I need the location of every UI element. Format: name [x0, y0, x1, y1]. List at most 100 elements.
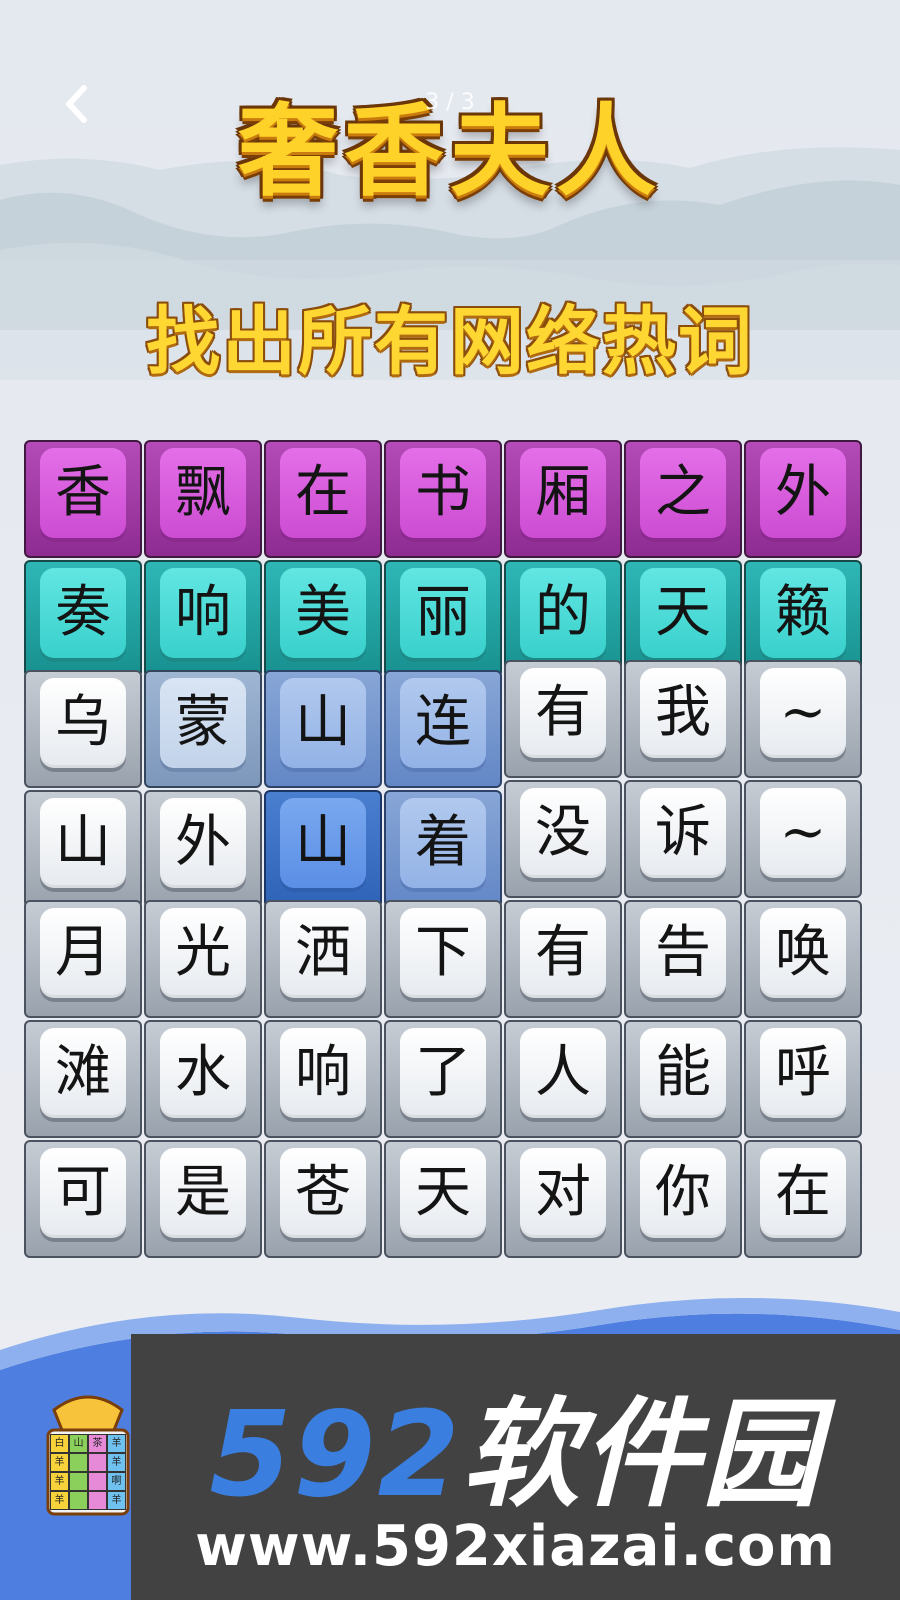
mascot-logo: 白山茶羊羊羊羊啊羊羊: [44, 1390, 132, 1530]
tile-r3-c4[interactable]: 连: [384, 670, 502, 788]
tile-r5-c4[interactable]: 下: [384, 900, 502, 1018]
tile-r1-c2[interactable]: 飘: [144, 440, 262, 558]
tile-r6-c5[interactable]: 人: [504, 1020, 622, 1138]
tile-character: 光: [175, 920, 231, 985]
tile-character: 连: [415, 690, 471, 755]
tile-character: 是: [175, 1160, 231, 1225]
tile-character: 洒: [295, 920, 351, 985]
tile-r4-c5[interactable]: 没: [504, 780, 622, 898]
tile-r4-c7[interactable]: ~: [744, 780, 862, 898]
tile-r4-c4[interactable]: 着: [384, 790, 502, 908]
tile-character: 了: [415, 1040, 471, 1105]
mini-grid-cell: [69, 1453, 88, 1472]
level-progress: 3 / 3: [425, 90, 475, 115]
tile-character: 着: [415, 810, 471, 875]
tile-r2-c4[interactable]: 丽: [384, 560, 502, 678]
mascot-mini-grid: 白山茶羊羊羊羊啊羊羊: [50, 1434, 126, 1510]
tile-character: 在: [295, 460, 351, 525]
tile-r6-c7[interactable]: 呼: [744, 1020, 862, 1138]
tile-r2-c3[interactable]: 美: [264, 560, 382, 678]
tile-character: 籁: [775, 580, 831, 645]
tile-r6-c1[interactable]: 滩: [24, 1020, 142, 1138]
tile-character: 的: [535, 580, 591, 645]
tile-r7-c3[interactable]: 苍: [264, 1140, 382, 1258]
mini-grid-cell: 茶: [88, 1434, 107, 1453]
tile-character: 美: [295, 580, 351, 645]
tile-face: 是: [160, 1148, 246, 1238]
tile-face: 飘: [160, 448, 246, 538]
tile-r6-c4[interactable]: 了: [384, 1020, 502, 1138]
tile-face: 蒙: [160, 678, 246, 768]
tile-r1-c6[interactable]: 之: [624, 440, 742, 558]
tile-face: 唤: [760, 908, 846, 998]
tile-r1-c3[interactable]: 在: [264, 440, 382, 558]
tile-character: 唤: [775, 920, 831, 985]
tile-character: 可: [55, 1160, 111, 1225]
tile-r5-c5[interactable]: 有: [504, 900, 622, 1018]
tile-character: 山: [295, 690, 351, 755]
watermark-banner: 592软件园 www.592xiazai.com: [131, 1334, 900, 1600]
mini-grid-cell: 羊: [107, 1491, 126, 1510]
tile-r1-c1[interactable]: 香: [24, 440, 142, 558]
tile-r4-c6[interactable]: 诉: [624, 780, 742, 898]
tile-face: 人: [520, 1028, 606, 1118]
tile-face: 山: [280, 678, 366, 768]
tile-face: 在: [280, 448, 366, 538]
tile-face: 厢: [520, 448, 606, 538]
tile-r5-c3[interactable]: 洒: [264, 900, 382, 1018]
mini-grid-cell: 羊: [50, 1472, 69, 1491]
tile-r5-c6[interactable]: 告: [624, 900, 742, 1018]
tile-r6-c3[interactable]: 响: [264, 1020, 382, 1138]
tile-r5-c7[interactable]: 唤: [744, 900, 862, 1018]
tile-r6-c2[interactable]: 水: [144, 1020, 262, 1138]
tile-r2-c2[interactable]: 响: [144, 560, 262, 678]
tile-character: 水: [175, 1040, 231, 1105]
tile-r3-c7[interactable]: ~: [744, 660, 862, 778]
tile-character: 诉: [655, 800, 711, 865]
tile-character: 对: [535, 1160, 591, 1225]
tile-face: 没: [520, 788, 606, 878]
tile-r7-c2[interactable]: 是: [144, 1140, 262, 1258]
tile-r3-c6[interactable]: 我: [624, 660, 742, 778]
tile-face: 呼: [760, 1028, 846, 1118]
tile-r3-c2[interactable]: 蒙: [144, 670, 262, 788]
tile-r1-c5[interactable]: 厢: [504, 440, 622, 558]
tile-character: 奏: [55, 580, 111, 645]
tile-character: 人: [535, 1040, 591, 1105]
mini-grid-cell: 羊: [107, 1434, 126, 1453]
tile-r1-c4[interactable]: 书: [384, 440, 502, 558]
tile-r7-c1[interactable]: 可: [24, 1140, 142, 1258]
tile-character: 蒙: [175, 690, 231, 755]
mini-grid-cell: [88, 1491, 107, 1510]
tile-face: 乌: [40, 678, 126, 768]
watermark-logo-number: 592: [209, 1385, 462, 1523]
tile-r1-c7[interactable]: 外: [744, 440, 862, 558]
tile-r4-c1[interactable]: 山: [24, 790, 142, 908]
tile-face: 光: [160, 908, 246, 998]
mini-grid-cell: 羊: [50, 1491, 69, 1510]
tile-face: 连: [400, 678, 486, 768]
tile-character: 飘: [175, 460, 231, 525]
mini-grid-cell: [69, 1491, 88, 1510]
tile-r5-c2[interactable]: 光: [144, 900, 262, 1018]
tile-r7-c5[interactable]: 对: [504, 1140, 622, 1258]
tile-r2-c1[interactable]: 奏: [24, 560, 142, 678]
tile-r7-c4[interactable]: 天: [384, 1140, 502, 1258]
instruction-text: 找出所有网络热词: [146, 299, 754, 385]
mini-grid-cell: [69, 1472, 88, 1491]
tile-r6-c6[interactable]: 能: [624, 1020, 742, 1138]
tile-r7-c7[interactable]: 在: [744, 1140, 862, 1258]
tile-r5-c1[interactable]: 月: [24, 900, 142, 1018]
tile-r4-c2[interactable]: 外: [144, 790, 262, 908]
tile-r3-c5[interactable]: 有: [504, 660, 622, 778]
tile-face: 告: [640, 908, 726, 998]
tile-character: 天: [415, 1160, 471, 1225]
tile-r3-c1[interactable]: 乌: [24, 670, 142, 788]
tile-face: 下: [400, 908, 486, 998]
tile-r7-c6[interactable]: 你: [624, 1140, 742, 1258]
tile-r3-c3[interactable]: 山: [264, 670, 382, 788]
tile-character: 月: [55, 920, 111, 985]
tile-character: 乌: [55, 690, 111, 755]
tile-face: 香: [40, 448, 126, 538]
tile-r4-c3[interactable]: 山: [264, 790, 382, 908]
